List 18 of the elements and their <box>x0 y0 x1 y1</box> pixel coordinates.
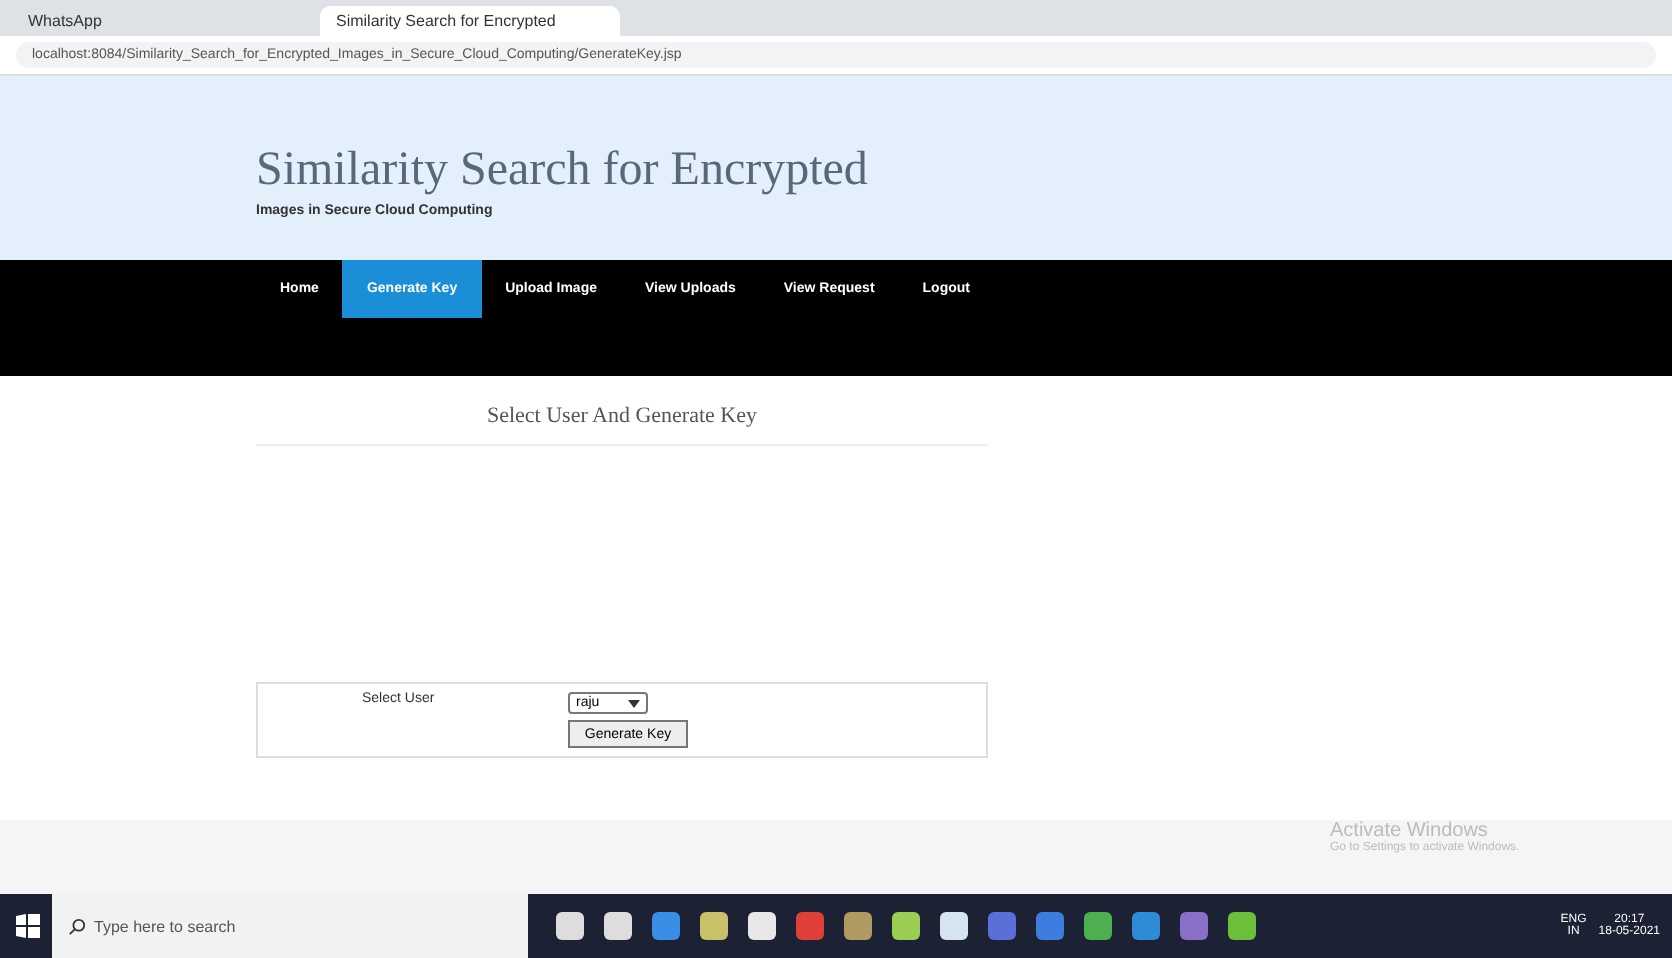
taskbar-app-icon[interactable] <box>892 912 920 940</box>
browser-tab[interactable]: Similarity Search for Encrypted <box>320 6 620 36</box>
taskbar-app-icon[interactable] <box>940 912 968 940</box>
taskbar-app-icon[interactable] <box>700 912 728 940</box>
section-title: Select User And Generate Key <box>256 404 988 446</box>
activation-title: Activate Windows <box>1330 820 1488 842</box>
site-title: Similarity Search for Encrypted <box>256 144 870 198</box>
caret-icon <box>628 699 640 707</box>
browser-tab[interactable]: WhatsApp <box>12 6 312 36</box>
taskbar-search-field[interactable]: Type here to search <box>52 894 528 958</box>
taskbar-app-icon[interactable] <box>556 912 584 940</box>
search-icon <box>68 917 86 935</box>
start-icon[interactable] <box>16 914 40 938</box>
taskbar-app-icon[interactable] <box>844 912 872 940</box>
taskbar-app-icon[interactable] <box>604 912 632 940</box>
taskbar-app-icon[interactable] <box>748 912 776 940</box>
taskbar-app-icon[interactable] <box>1228 912 1256 940</box>
taskbar-app-icon[interactable] <box>1084 912 1112 940</box>
